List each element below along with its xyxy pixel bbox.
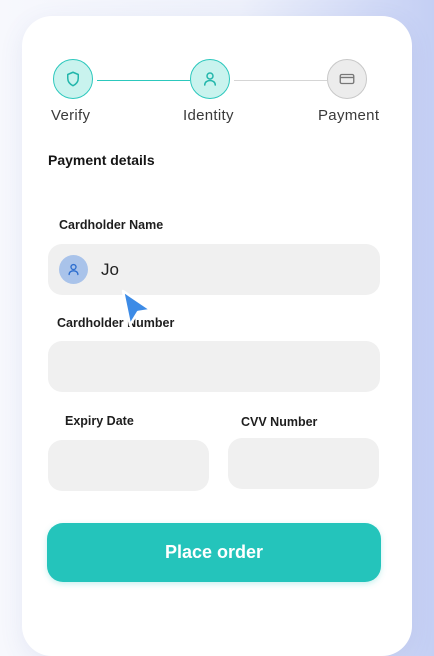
step-label-verify: Verify	[51, 107, 91, 124]
step-identity[interactable]	[190, 59, 230, 99]
expiry-date-label: Expiry Date	[65, 414, 134, 428]
cardholder-number-label: Cardholder Number	[57, 316, 175, 330]
step-label-identity: Identity	[183, 107, 234, 124]
cvv-number-input[interactable]	[228, 438, 379, 489]
place-order-button[interactable]: Place order	[47, 523, 381, 582]
step-connector-pending	[234, 80, 327, 81]
section-title: Payment details	[48, 152, 155, 168]
step-payment[interactable]	[327, 59, 367, 99]
credit-card-icon	[339, 73, 355, 85]
user-avatar	[59, 255, 88, 284]
cardholder-name-label: Cardholder Name	[59, 218, 164, 232]
step-verify[interactable]	[53, 59, 93, 99]
step-label-payment: Payment	[318, 107, 380, 124]
shield-icon	[67, 71, 79, 87]
user-icon	[68, 263, 79, 276]
cardholder-number-input[interactable]	[48, 341, 380, 392]
expiry-date-input[interactable]	[48, 440, 209, 491]
cardholder-name-field[interactable]: Jo	[48, 244, 380, 295]
user-icon	[204, 72, 216, 86]
mouse-cursor-icon	[121, 289, 153, 327]
cardholder-name-value: Jo	[101, 260, 119, 279]
cvv-number-label: CVV Number	[241, 415, 318, 429]
step-connector-completed	[97, 80, 190, 81]
